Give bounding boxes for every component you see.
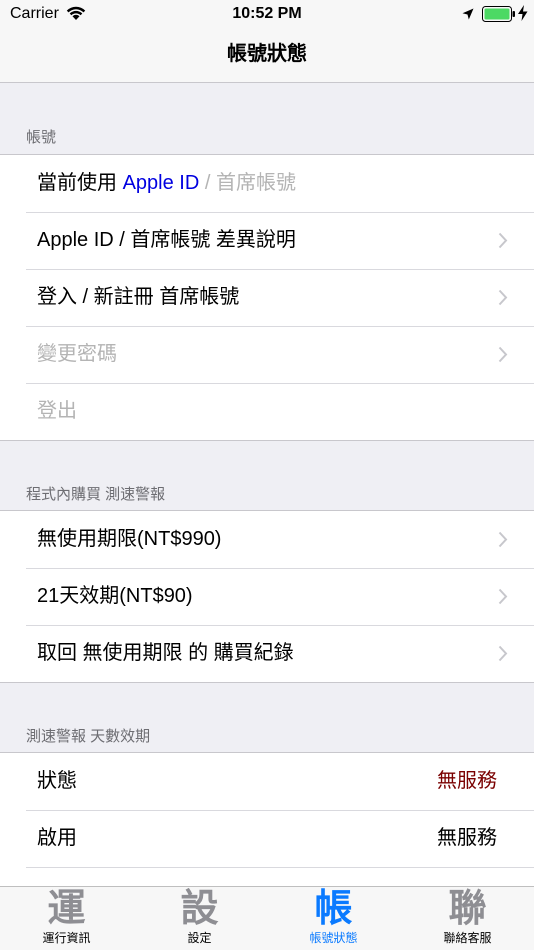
lifetime-purchase-row[interactable]: 無使用期限(NT$990) — [0, 511, 534, 568]
chevron-right-icon — [498, 289, 508, 311]
logout-row[interactable]: 登出 — [0, 383, 534, 440]
location-arrow-icon — [462, 7, 474, 25]
tab-settings[interactable]: 設 設定 — [133, 887, 266, 950]
current-separator: / — [199, 172, 216, 194]
account-icon: 帳 — [314, 888, 353, 930]
chevron-right-icon — [498, 232, 508, 254]
settings-icon: 設 — [180, 888, 219, 930]
partial-row — [0, 867, 534, 886]
logout-label: 登出 — [37, 400, 77, 422]
tab-account-status[interactable]: 帳 帳號狀態 — [267, 887, 400, 950]
tab-label: 帳號狀態 — [309, 931, 358, 945]
tab-label: 設定 — [187, 931, 212, 945]
change-password-row[interactable]: 變更密碼 — [0, 326, 534, 383]
login-register-row[interactable]: 登入 / 新註冊 首席帳號 — [0, 269, 534, 326]
chevron-right-icon — [498, 346, 508, 368]
chevron-right-icon — [498, 645, 508, 667]
status-row: 狀態 無服務 — [0, 753, 534, 810]
navigation-bar: 帳號狀態 — [0, 28, 534, 83]
contact-icon: 聯 — [448, 888, 487, 930]
current-account-label: 當前使用 Apple ID / 首席帳號 — [37, 155, 296, 212]
lifetime-purchase-label: 無使用期限(NT$990) — [37, 528, 222, 550]
section-header-account: 帳號 — [26, 129, 57, 146]
tab-contact-support[interactable]: 聯 聯絡客服 — [401, 887, 534, 950]
login-register-label: 登入 / 新註冊 首席帳號 — [37, 286, 240, 308]
21-day-purchase-row[interactable]: 21天效期(NT$90) — [0, 568, 534, 625]
activation-label: 啟用 — [37, 827, 77, 849]
chevron-right-icon — [498, 588, 508, 610]
tab-label: 聯絡客服 — [443, 931, 492, 945]
charging-bolt-icon — [518, 5, 528, 26]
current-premium: 首席帳號 — [215, 172, 296, 194]
iap-group: 無使用期限(NT$990) 21天效期(NT$90) 取回 無使用期限 的 購買… — [0, 510, 534, 683]
current-apple-id: Apple ID — [122, 172, 200, 194]
status-label: 狀態 — [37, 770, 77, 792]
run-info-icon: 運 — [47, 888, 86, 930]
status-time: 10:52 PM — [232, 5, 302, 22]
section-header-expiry: 測速警報 天數效期 — [26, 728, 151, 745]
difference-explanation-row[interactable]: Apple ID / 首席帳號 差異說明 — [0, 212, 534, 269]
page-title: 帳號狀態 — [227, 43, 307, 65]
restore-purchase-row[interactable]: 取回 無使用期限 的 購買紀錄 — [0, 625, 534, 682]
activation-value: 無服務 — [437, 827, 497, 849]
status-value: 無服務 — [437, 770, 497, 792]
tab-label: 運行資訊 — [42, 931, 91, 945]
change-password-label: 變更密碼 — [37, 343, 117, 365]
expiry-group: 狀態 無服務 啟用 無服務 — [0, 752, 534, 886]
chevron-right-icon — [498, 531, 508, 553]
section-header-iap: 程式內購買 測速警報 — [26, 486, 166, 503]
difference-explanation-label: Apple ID / 首席帳號 差異說明 — [37, 229, 296, 251]
21-day-purchase-label: 21天效期(NT$90) — [37, 585, 193, 607]
current-account-row: 當前使用 Apple ID / 首席帳號 — [0, 155, 534, 212]
activation-row: 啟用 無服務 — [0, 810, 534, 867]
tab-run-info[interactable]: 運 運行資訊 — [0, 887, 133, 950]
current-prefix: 當前使用 — [37, 172, 123, 194]
status-bar: Carrier 10:52 PM — [0, 0, 534, 28]
tab-bar: 運 運行資訊 設 設定 帳 帳號狀態 聯 聯絡客服 — [0, 886, 534, 950]
battery-icon — [482, 6, 516, 27]
restore-purchase-label: 取回 無使用期限 的 購買紀錄 — [37, 642, 294, 664]
account-group: 當前使用 Apple ID / 首席帳號 Apple ID / 首席帳號 差異說… — [0, 154, 534, 441]
